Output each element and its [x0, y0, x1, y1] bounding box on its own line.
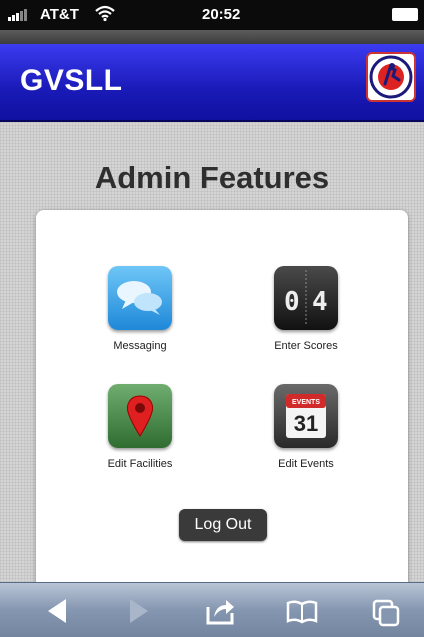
- bookmarks-icon[interactable]: [282, 591, 322, 631]
- edit-events-label: Edit Events: [278, 458, 334, 470]
- chat-bubbles-icon: [108, 266, 172, 330]
- page-title: Admin Features: [94, 160, 330, 195]
- edit-facilities-label: Edit Facilities: [107, 458, 173, 470]
- log-out-button[interactable]: Log Out: [179, 509, 267, 541]
- wifi-icon: [94, 4, 116, 26]
- edit-events-feature[interactable]: EVENTS 31 Edit Events: [236, 384, 376, 470]
- tabs-icon[interactable]: [366, 591, 406, 631]
- calendar-icon: EVENTS 31: [274, 384, 338, 448]
- messaging-label: Messaging: [113, 340, 167, 352]
- map-pin-icon: [108, 384, 172, 448]
- calendar-header-text: EVENTS: [292, 399, 320, 406]
- share-icon[interactable]: [200, 591, 240, 631]
- carrier-name: AT&T: [40, 6, 79, 23]
- app-header: GVSLL: [0, 44, 424, 122]
- calendar-day-text: 31: [294, 411, 318, 436]
- features-card: Messaging 0 4 Enter Scores Edit Faciliti…: [36, 210, 408, 590]
- messaging-feature[interactable]: Messaging: [70, 266, 210, 352]
- edit-facilities-feature[interactable]: Edit Facilities: [70, 384, 210, 470]
- back-icon[interactable]: [38, 591, 78, 631]
- browser-chrome-strip: [0, 30, 424, 44]
- browser-toolbar: [0, 582, 424, 637]
- enter-scores-label: Enter Scores: [274, 340, 338, 352]
- scoreboard-left-digit: 0: [284, 287, 300, 317]
- status-time: 20:52: [202, 6, 241, 23]
- scoreboard-right-digit: 4: [312, 287, 328, 317]
- scoreboard-icon: 0 4: [274, 266, 338, 330]
- content-area: Admin Features Messaging 0 4 Enter Score…: [0, 122, 424, 590]
- forward-icon[interactable]: [118, 591, 158, 631]
- battery-icon: [392, 8, 418, 21]
- status-bar: AT&T 20:52: [0, 0, 424, 30]
- signal-icon: [8, 7, 27, 21]
- enter-scores-feature[interactable]: 0 4 Enter Scores: [236, 266, 376, 352]
- little-league-logo-icon[interactable]: [366, 52, 416, 102]
- app-title: GVSLL: [20, 64, 123, 97]
